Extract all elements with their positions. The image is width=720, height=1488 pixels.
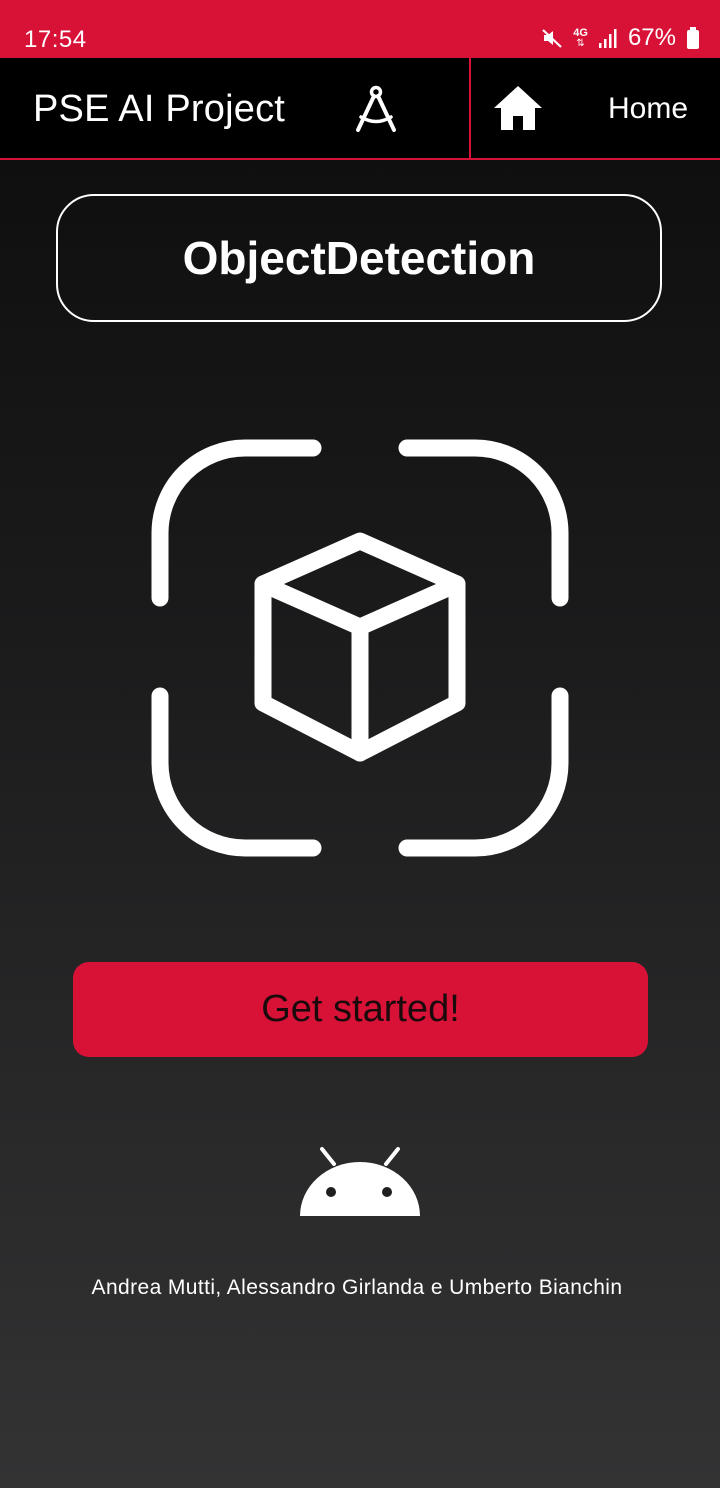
mute-icon	[542, 29, 563, 48]
status-bar: 17:54 4G ⇅ 67%	[0, 0, 720, 58]
credits-text: Andrea Mutti, Alessandro Girlanda e Umbe…	[91, 1276, 623, 1299]
compass-icon	[356, 85, 396, 132]
network-type-4g-data-icon: 4G ⇅	[573, 26, 588, 49]
status-icons: 4G ⇅ 67%	[541, 24, 700, 52]
battery-percent: 67%	[627, 24, 676, 51]
feature-title-box: ObjectDetection	[56, 194, 662, 322]
status-time: 17:54	[24, 26, 87, 53]
feature-title: ObjectDetection	[182, 232, 536, 284]
home-icon[interactable]	[492, 84, 544, 132]
app-title: PSE AI Project	[33, 88, 286, 130]
object-detection-icon	[151, 439, 569, 857]
signal-icon	[598, 29, 617, 48]
battery-icon	[687, 27, 699, 49]
app-bar: PSE AI Project Home	[0, 58, 720, 160]
home-nav-label[interactable]: Home	[608, 92, 688, 126]
get-started-button[interactable]: Get started!	[73, 962, 648, 1057]
app-bar-divider	[469, 58, 471, 158]
android-icon	[300, 1147, 420, 1216]
